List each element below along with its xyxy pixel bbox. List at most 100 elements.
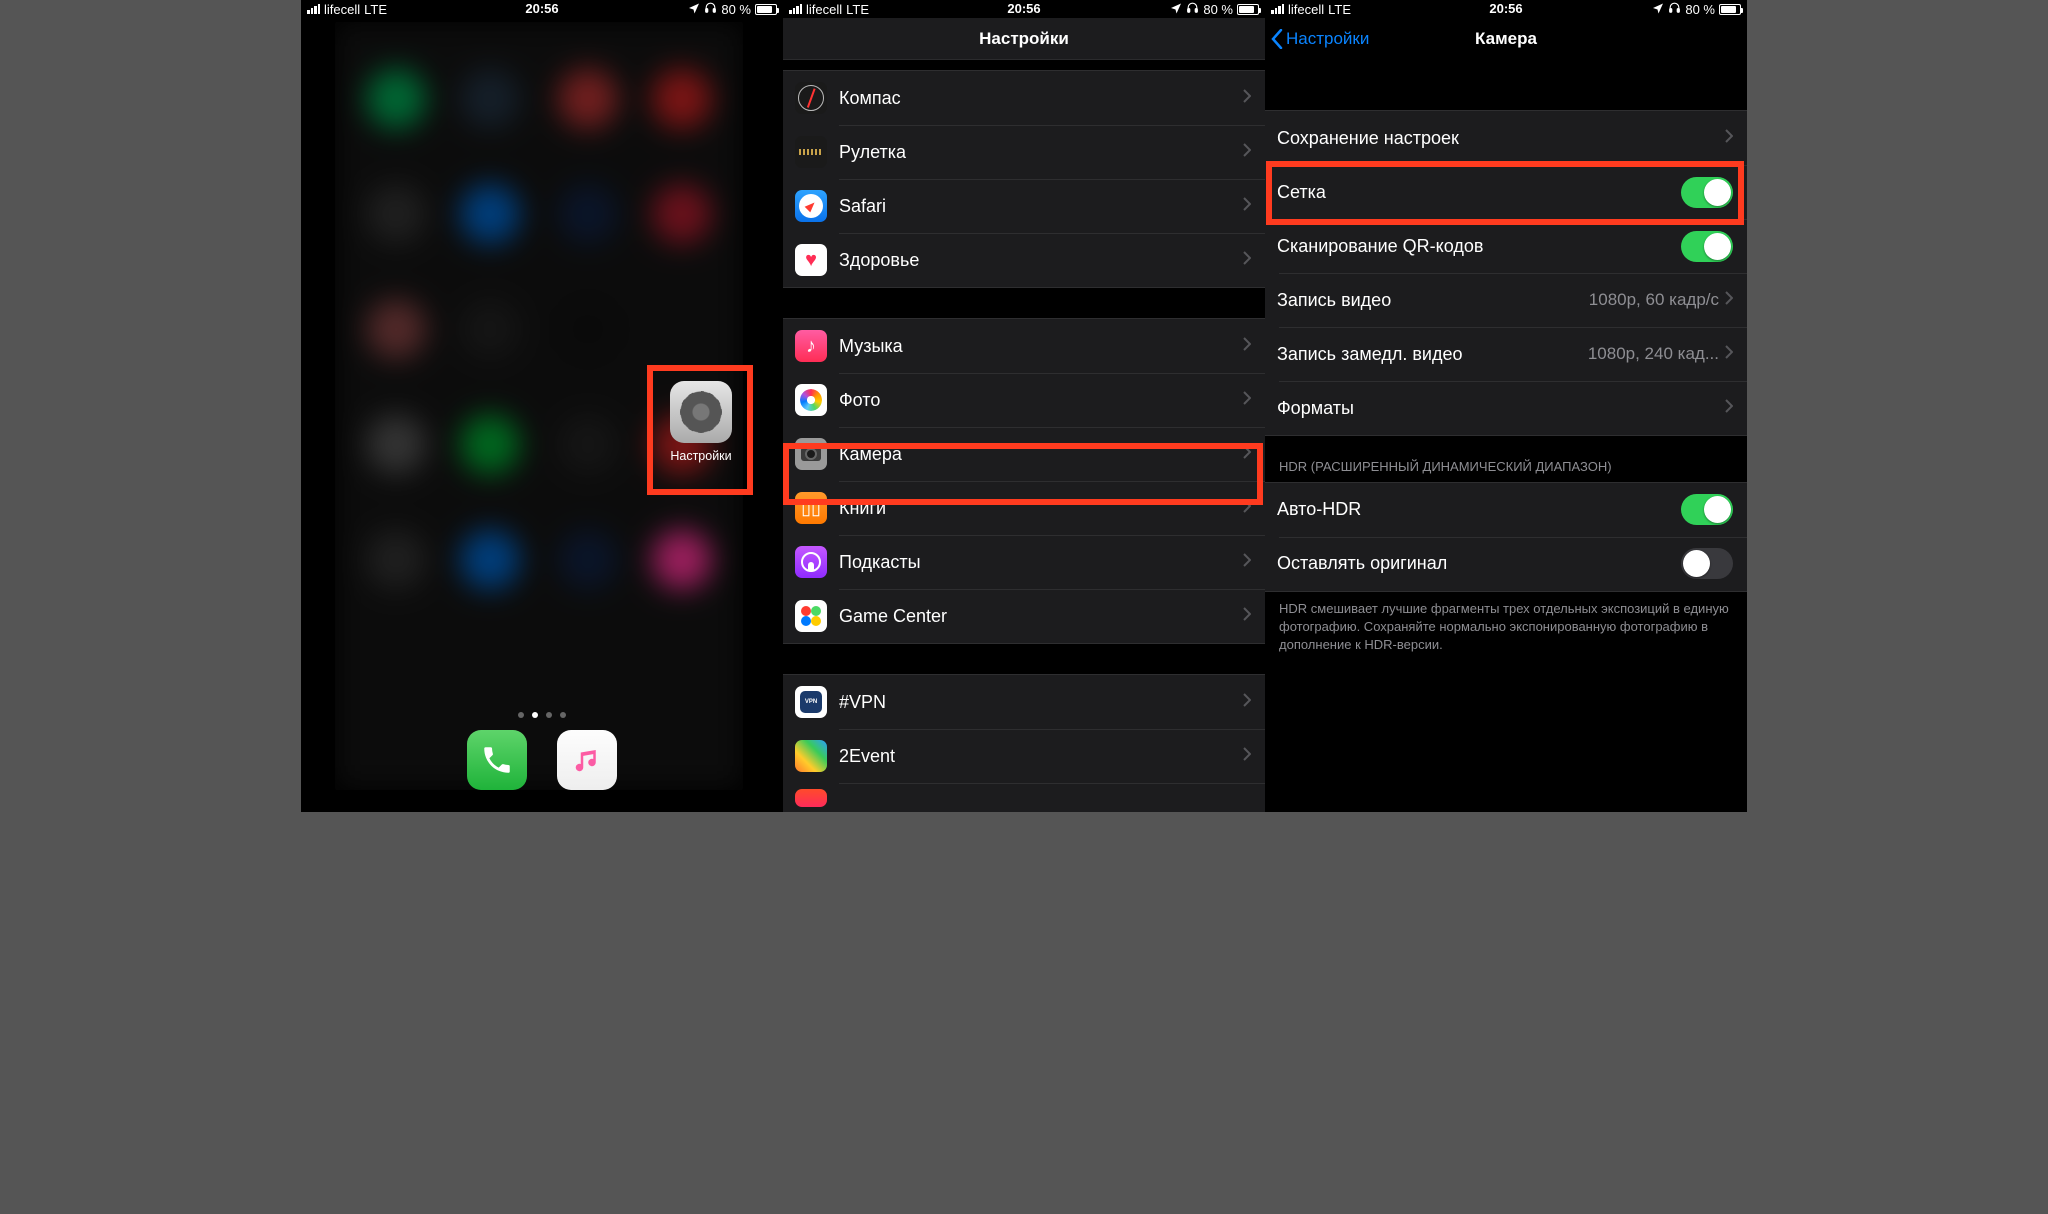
chevron-right-icon <box>1243 143 1251 162</box>
ruler-icon <box>795 136 827 168</box>
row-record-video[interactable]: Запись видео 1080p, 60 кадр/с <box>1265 273 1747 327</box>
row-label: Подкасты <box>839 552 1243 573</box>
settings-row-music[interactable]: ♪ Музыка <box>783 319 1265 373</box>
2event-icon <box>795 740 827 772</box>
battery-icon <box>1237 4 1259 15</box>
row-label: Форматы <box>1277 398 1725 419</box>
page-indicator[interactable] <box>301 712 783 718</box>
camera-settings-group-hdr: Авто-HDR Оставлять оригинал <box>1265 482 1747 592</box>
row-label: Авто-HDR <box>1277 499 1681 520</box>
chevron-right-icon <box>1243 337 1251 356</box>
settings-root-screen: lifecell LTE 20:56 80 % Настройки Компас <box>783 0 1265 812</box>
vpn-icon: VPN <box>795 686 827 718</box>
settings-row-measure[interactable]: Рулетка <box>783 125 1265 179</box>
row-label: Музыка <box>839 336 1243 357</box>
settings-group-1: Компас Рулетка Safari ♥ Здоровье <box>783 70 1265 288</box>
settings-group-2: ♪ Музыка Фото Камера ▯▯ Книги <box>783 318 1265 644</box>
row-preserve-settings[interactable]: Сохранение настроек <box>1265 111 1747 165</box>
chevron-right-icon <box>1725 345 1733 364</box>
row-label: #VPN <box>839 692 1243 713</box>
camera-settings-group-1: Сохранение настроек Сетка Сканирование Q… <box>1265 110 1747 436</box>
settings-row-gamecenter[interactable]: Game Center <box>783 589 1265 643</box>
settings-row-compass[interactable]: Компас <box>783 71 1265 125</box>
highlight-box-settings: Настройки <box>647 365 753 495</box>
hdr-section-header: HDR (РАСШИРЕННЫЙ ДИНАМИЧЕСКИЙ ДИАПАЗОН) <box>1265 436 1747 482</box>
nav-bar: Настройки Камера <box>1265 18 1747 60</box>
row-label: Game Center <box>839 606 1243 627</box>
nav-bar: Настройки <box>783 18 1265 60</box>
status-bar: lifecell LTE 20:56 80 % <box>301 0 783 18</box>
row-label: Сетка <box>1277 182 1681 203</box>
chevron-right-icon <box>1243 89 1251 108</box>
status-bar: lifecell LTE 20:56 80 % <box>783 0 1265 18</box>
health-icon: ♥ <box>795 244 827 276</box>
chevron-right-icon <box>1243 553 1251 572</box>
phone-app-icon[interactable] <box>467 730 527 790</box>
hdr-section-footer: HDR смешивает лучшие фрагменты трех отде… <box>1265 592 1747 673</box>
battery-icon <box>1719 4 1741 15</box>
music-app-icon[interactable] <box>557 730 617 790</box>
settings-row-camera[interactable]: Камера <box>783 427 1265 481</box>
nav-title: Настройки <box>979 29 1069 49</box>
row-detail: 1080p, 60 кадр/с <box>1589 290 1719 310</box>
camera-icon <box>795 438 827 470</box>
chevron-right-icon <box>1725 129 1733 148</box>
row-grid[interactable]: Сетка <box>1265 165 1747 219</box>
chevron-right-icon <box>1725 291 1733 310</box>
settings-camera-screen: lifecell LTE 20:56 80 % Настройки Камера <box>1265 0 1747 812</box>
chevron-right-icon <box>1243 499 1251 518</box>
row-label: Рулетка <box>839 142 1243 163</box>
chevron-right-icon <box>1243 391 1251 410</box>
toggle-scan-qr[interactable] <box>1681 231 1733 262</box>
row-label: Запись видео <box>1277 290 1589 311</box>
music-icon: ♪ <box>795 330 827 362</box>
settings-row-podcasts[interactable]: Подкасты <box>783 535 1265 589</box>
row-label: 2Event <box>839 746 1243 767</box>
toggle-keep-original[interactable] <box>1681 548 1733 579</box>
settings-group-3: VPN #VPN 2Event <box>783 674 1265 812</box>
settings-row-2event[interactable]: 2Event <box>783 729 1265 783</box>
settings-app-icon[interactable]: Настройки <box>665 381 737 463</box>
row-label: Оставлять оригинал <box>1277 553 1681 574</box>
row-formats[interactable]: Форматы <box>1265 381 1747 435</box>
chevron-right-icon <box>1243 693 1251 712</box>
chevron-right-icon <box>1243 251 1251 270</box>
row-label: Камера <box>839 444 1243 465</box>
row-label: Сохранение настроек <box>1277 128 1725 149</box>
podcasts-icon <box>795 546 827 578</box>
row-label: Safari <box>839 196 1243 217</box>
chevron-right-icon <box>1243 747 1251 766</box>
back-label: Настройки <box>1286 29 1369 49</box>
nav-title: Камера <box>1475 29 1537 49</box>
settings-row-health[interactable]: ♥ Здоровье <box>783 233 1265 287</box>
status-time: 20:56 <box>301 1 783 16</box>
battery-icon <box>755 4 777 15</box>
toggle-auto-hdr[interactable] <box>1681 494 1733 525</box>
row-detail: 1080p, 240 кад... <box>1588 344 1719 364</box>
row-label: Запись замедл. видео <box>1277 344 1588 365</box>
row-label: Книги <box>839 498 1243 519</box>
settings-row-safari[interactable]: Safari <box>783 179 1265 233</box>
gear-icon <box>670 381 732 443</box>
row-scan-qr[interactable]: Сканирование QR-кодов <box>1265 219 1747 273</box>
chevron-right-icon <box>1725 399 1733 418</box>
safari-icon <box>795 190 827 222</box>
compass-icon <box>795 82 827 114</box>
settings-row-books[interactable]: ▯▯ Книги <box>783 481 1265 535</box>
toggle-grid[interactable] <box>1681 177 1733 208</box>
books-icon: ▯▯ <box>795 492 827 524</box>
settings-app-label: Настройки <box>665 449 737 463</box>
row-label: Сканирование QR-кодов <box>1277 236 1681 257</box>
gamecenter-icon <box>795 600 827 632</box>
back-button[interactable]: Настройки <box>1271 18 1369 60</box>
settings-row-photos[interactable]: Фото <box>783 373 1265 427</box>
dock <box>301 722 783 812</box>
settings-row-partial[interactable] <box>783 783 1265 812</box>
chevron-right-icon <box>1243 607 1251 626</box>
home-screen: lifecell LTE 20:56 80 % Н <box>301 0 783 812</box>
settings-row-vpn[interactable]: VPN #VPN <box>783 675 1265 729</box>
row-keep-original[interactable]: Оставлять оригинал <box>1265 537 1747 591</box>
row-auto-hdr[interactable]: Авто-HDR <box>1265 483 1747 537</box>
row-record-slomo[interactable]: Запись замедл. видео 1080p, 240 кад... <box>1265 327 1747 381</box>
row-label: Фото <box>839 390 1243 411</box>
